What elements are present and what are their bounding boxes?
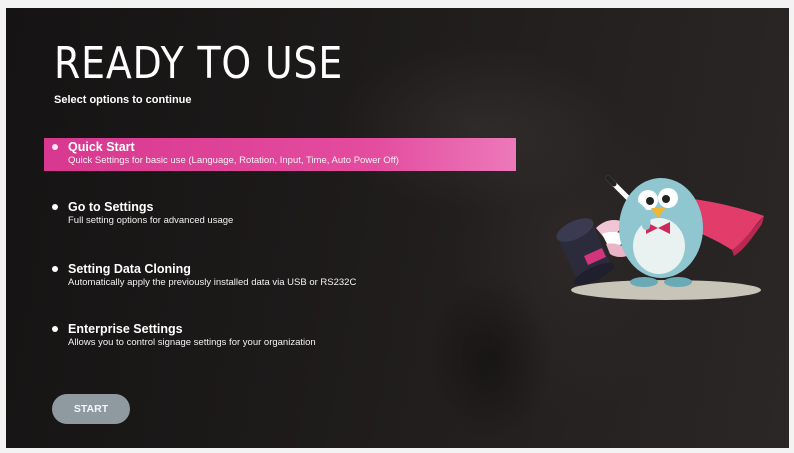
option-description: Quick Settings for basic use (Language, … [68,155,399,166]
option-enterprise-settings[interactable]: Enterprise Settings Allows you to contro… [44,320,516,353]
option-quick-start[interactable]: Quick Start Quick Settings for basic use… [44,138,516,171]
option-setting-data-cloning[interactable]: Setting Data Cloning Automatically apply… [44,260,516,293]
radio-bullet-icon [52,266,58,272]
radio-bullet-icon [52,326,58,332]
option-title: Go to Settings [68,200,154,214]
radio-bullet-icon [52,144,58,150]
page-subtitle: Select options to continue [54,94,192,106]
magician-bird-mascot-icon [556,175,764,300]
start-button[interactable]: START [52,394,130,424]
option-go-to-settings[interactable]: Go to Settings Full setting options for … [44,198,516,231]
radio-bullet-icon [52,204,58,210]
option-description: Automatically apply the previously insta… [68,277,357,288]
tv-screen: READY TO USE Select options to continue … [6,8,789,448]
option-title: Quick Start [68,140,135,154]
option-description: Full setting options for advanced usage [68,215,234,226]
page-title: READY TO USE [54,38,344,89]
option-description: Allows you to control signage settings f… [68,337,316,348]
option-title: Enterprise Settings [68,322,183,336]
option-title: Setting Data Cloning [68,262,191,276]
